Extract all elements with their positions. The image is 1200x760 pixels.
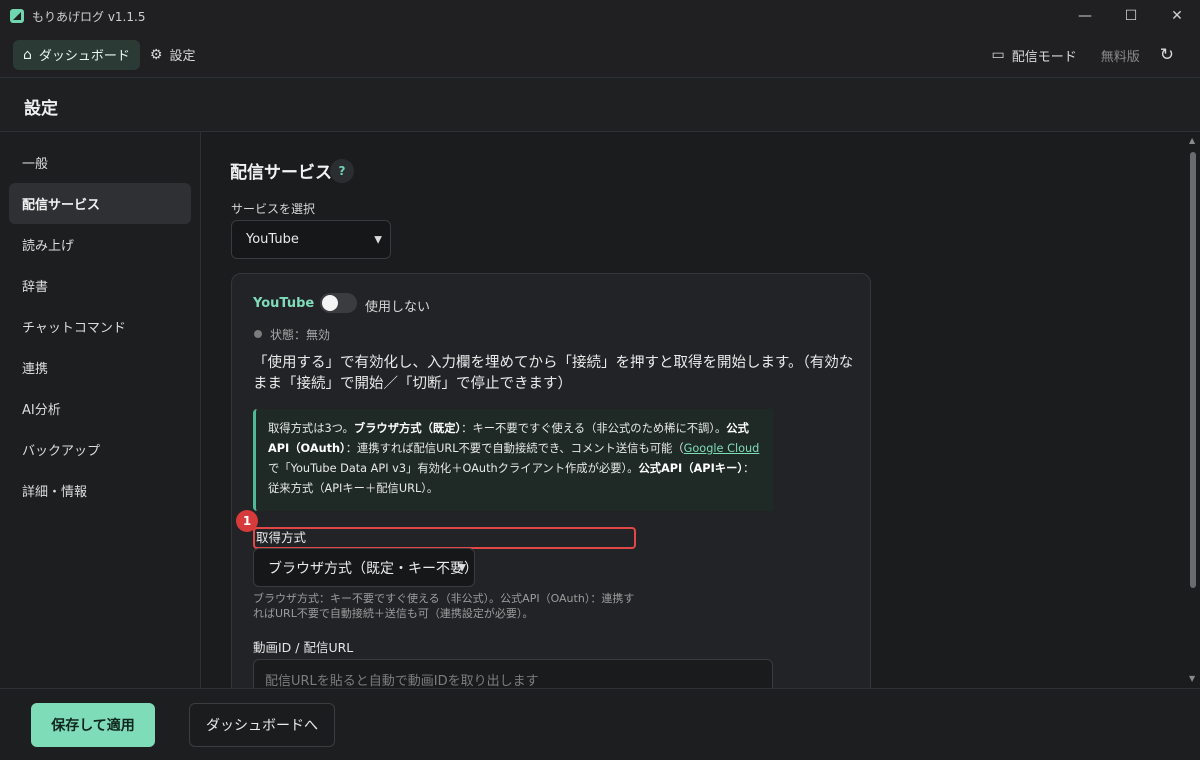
scroll-down-icon[interactable]: ▼	[1189, 674, 1195, 683]
home-icon: ⌂	[23, 46, 32, 63]
minimize-button[interactable]: —	[1062, 0, 1108, 32]
gear-icon: ⚙	[149, 46, 163, 63]
section-title: 配信サービス	[230, 163, 332, 183]
stream-mode-label: 配信モード	[1011, 49, 1077, 65]
sidebar-item-streaming-service[interactable]: 配信サービス	[9, 183, 191, 224]
enable-toggle-label: 使用しない	[365, 300, 431, 315]
method-label-highlight: 取得方式	[253, 527, 636, 549]
monitor-icon: ▭	[991, 47, 1005, 63]
sidebar-item-ai-analysis[interactable]: AI分析	[9, 388, 191, 429]
sidebar-item-dictionary[interactable]: 辞書	[9, 265, 191, 306]
maximize-button[interactable]: ☐	[1108, 0, 1154, 32]
page-title: 設定	[24, 99, 58, 119]
info-text-1: 取得方式は3つ。	[268, 422, 354, 435]
dashboard-nav-label: ダッシュボード	[38, 49, 130, 64]
service-select-value: YouTube	[246, 232, 299, 247]
refresh-icon: ↻	[1159, 45, 1174, 65]
method-hint: ブラウザ方式：キー不要ですぐ使える（非公式）。公式API（OAuth）：連携すれ…	[253, 592, 635, 620]
video-id-placeholder: 配信URLを貼ると自動で動画IDを取り出します	[265, 673, 539, 689]
method-label: 取得方式	[256, 530, 307, 545]
chevron-down-icon: ▼	[374, 234, 382, 245]
annotation-marker: 1	[236, 510, 258, 532]
page-header: 設定	[0, 78, 1200, 132]
info-box: 取得方式は3つ。ブラウザ方式（既定）：キー不要ですぐ使える（非公式のため稀に不調…	[253, 409, 773, 511]
video-id-input[interactable]: 配信URLを貼ると自動で動画IDを取り出します	[253, 659, 773, 688]
help-icon[interactable]: ?	[330, 159, 354, 183]
settings-nav-label: 設定	[169, 49, 196, 64]
youtube-settings-card: YouTube 使用しない 状態：無効 「使用する」で有効化し、入力欄を埋めてか…	[231, 273, 871, 688]
close-button[interactable]: ✕	[1154, 0, 1200, 32]
status-text: 状態：無効	[270, 328, 331, 342]
sidebar-item-backup[interactable]: バックアップ	[9, 429, 191, 470]
app-logo-icon	[10, 9, 24, 23]
refresh-button[interactable]: ↻	[1154, 40, 1180, 70]
plan-label: 無料版	[1100, 49, 1140, 65]
method-select-value: ブラウザ方式（既定・キー不要）	[268, 560, 478, 577]
save-apply-button[interactable]: 保存して適用	[31, 703, 155, 747]
sidebar-item-integrations[interactable]: 連携	[9, 347, 191, 388]
service-select[interactable]: YouTube ▼	[231, 220, 391, 259]
footer-bar: 保存して適用 ダッシュボードへ	[0, 688, 1200, 760]
card-description: 「使用する」で有効化し、入力欄を埋めてから「接続」を押すと取得を開始します。（有…	[253, 355, 854, 392]
main-content: 配信サービス ? サービスを選択 YouTube ▼ YouTube 使用しない…	[202, 132, 1186, 688]
dashboard-nav-button[interactable]: ⌂ ダッシュボード	[13, 39, 140, 70]
info-text-2: ：キー不要ですぐ使える（非公式のため稀に不調）。	[461, 422, 727, 435]
settings-sidebar: 一般 配信サービス 読み上げ 辞書 チャットコマンド 連携 AI分析 バックアッ…	[0, 132, 201, 688]
to-dashboard-button[interactable]: ダッシュボードへ	[189, 703, 335, 747]
info-bold-apikey: 公式API（APIキー）	[638, 462, 744, 475]
settings-nav-button[interactable]: ⚙ 設定	[140, 40, 206, 70]
status-dot-icon	[254, 330, 262, 338]
main-scrollbar[interactable]: ▲ ▼	[1186, 132, 1200, 688]
chevron-down-icon: ▼	[458, 562, 466, 573]
scroll-thumb[interactable]	[1190, 152, 1196, 588]
enable-toggle[interactable]	[320, 293, 357, 313]
sidebar-item-details[interactable]: 詳細・情報	[9, 470, 191, 511]
video-id-label: 動画ID / 配信URL	[253, 640, 354, 655]
sidebar-item-chat-commands[interactable]: チャットコマンド	[9, 306, 191, 347]
google-cloud-link[interactable]: Google Cloud	[684, 442, 760, 455]
title-bar: もりあげログ v1.1.5 — ☐ ✕	[0, 0, 1200, 32]
info-text-4: で「YouTube Data API v3」有効化＋OAuthクライアント作成が…	[268, 462, 639, 475]
service-name: YouTube	[253, 296, 315, 311]
scroll-up-icon[interactable]: ▲	[1189, 136, 1195, 145]
sidebar-item-read-aloud[interactable]: 読み上げ	[9, 224, 191, 265]
info-text-3: ：連携すれば配信URL不要で自動接続でき、コメント送信も可能（	[345, 442, 684, 455]
info-bold-browser: ブラウザ方式（既定）	[353, 422, 462, 435]
stream-mode-button[interactable]: ▭ 配信モード	[981, 40, 1086, 70]
sidebar-item-general[interactable]: 一般	[9, 142, 191, 183]
method-select[interactable]: ブラウザ方式（既定・キー不要） ▼	[253, 548, 478, 587]
top-nav: ⌂ ダッシュボード ⚙ 設定 ▭ 配信モード 無料版 ↻	[0, 32, 1200, 78]
service-select-label: サービスを選択	[231, 202, 316, 216]
app-title: もりあげログ v1.1.5	[32, 9, 146, 24]
